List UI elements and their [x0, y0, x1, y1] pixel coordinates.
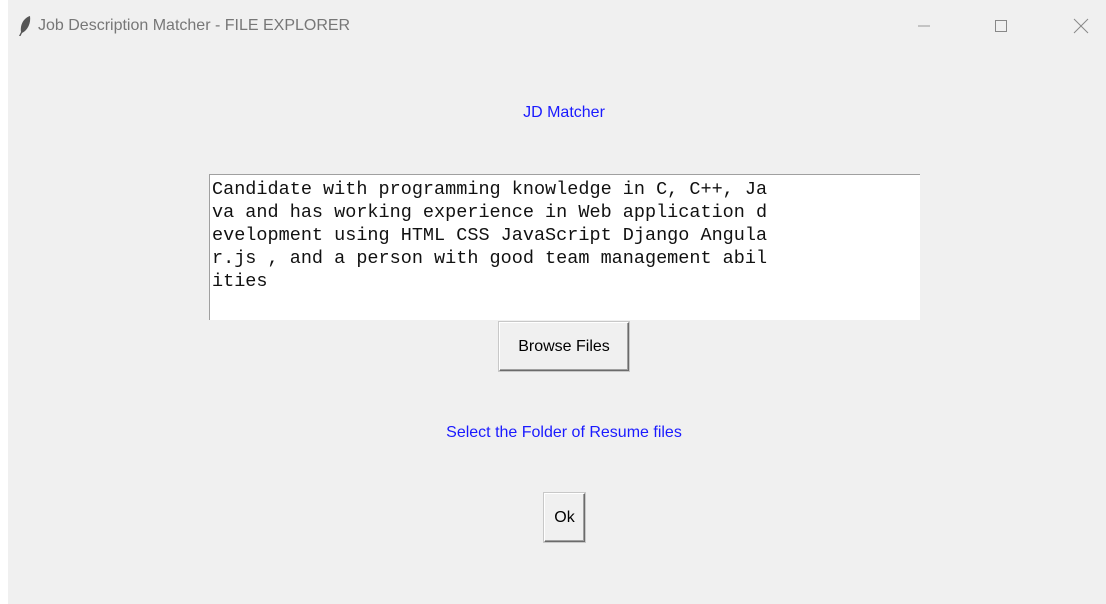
- jd-line: ities: [212, 271, 268, 292]
- job-description-textarea[interactable]: Candidate with programming knowledge in …: [209, 174, 920, 320]
- minimize-button[interactable]: [896, 0, 952, 52]
- jd-line: r.js , and a person with good team manag…: [212, 248, 768, 269]
- close-button[interactable]: [1053, 0, 1106, 52]
- feather-icon: [18, 16, 32, 36]
- ok-button[interactable]: Ok: [544, 493, 585, 542]
- title-bar[interactable]: Job Description Matcher - FILE EXPLORER: [8, 0, 1106, 52]
- maximize-icon: [994, 19, 1008, 33]
- jd-line: va and has working experience in Web app…: [212, 202, 768, 223]
- folder-prompt-label: Select the Folder of Resume files: [446, 424, 682, 441]
- app-window: Job Description Matcher - FILE EXPLORER …: [8, 0, 1106, 604]
- maximize-button[interactable]: [973, 0, 1029, 52]
- app-heading: JD Matcher: [523, 104, 605, 121]
- window-title: Job Description Matcher - FILE EXPLORER: [38, 17, 351, 34]
- minimize-icon: [917, 19, 931, 33]
- jd-line: Candidate with programming knowledge in …: [212, 179, 768, 200]
- browse-files-button[interactable]: Browse Files: [499, 322, 629, 371]
- jd-line: evelopment using HTML CSS JavaScript Dja…: [212, 225, 768, 246]
- close-icon: [1073, 18, 1089, 34]
